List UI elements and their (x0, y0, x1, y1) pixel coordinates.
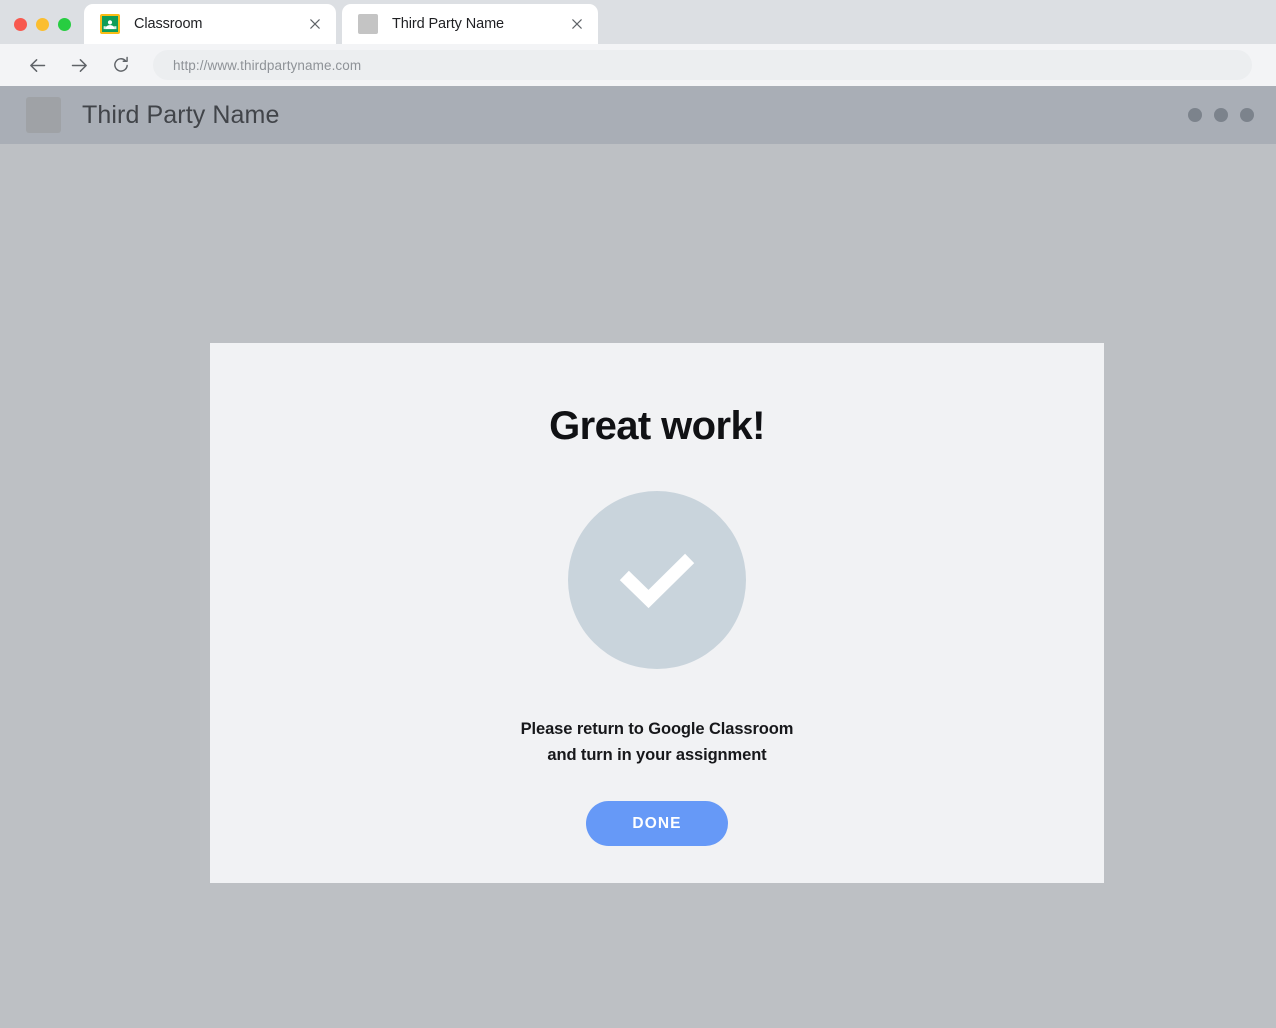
window-controls (0, 18, 84, 44)
instruction-text-line-1: Please return to Google Classroom (520, 720, 794, 738)
address-bar[interactable]: http://www.thirdpartyname.com (153, 50, 1252, 80)
tab-third-party-name-close-icon[interactable] (566, 13, 588, 35)
instruction-text: Please return to Google Classroom and tu… (521, 716, 794, 768)
tab-third-party-name[interactable]: Third Party Name (342, 4, 598, 44)
google-classroom-icon (100, 14, 120, 34)
forward-icon[interactable] (64, 50, 94, 80)
tab-strip: Classroom Third Party Name (0, 0, 1276, 44)
site-title: Third Party Name (82, 100, 280, 129)
window-close-button[interactable] (14, 18, 27, 31)
instruction-text-line-2: and turn in your assignment (547, 746, 767, 764)
tab-classroom-close-icon[interactable] (304, 13, 326, 35)
checkmark-circle-icon (568, 491, 746, 669)
site-logo-placeholder-icon (26, 97, 61, 133)
page-viewport: Third Party Name Great work! Please retu… (0, 86, 1276, 1028)
address-bar-value: http://www.thirdpartyname.com (173, 57, 362, 73)
placeholder-favicon-icon (358, 14, 378, 34)
window-minimize-button[interactable] (36, 18, 49, 31)
browser-chrome: Classroom Third Party Name http://www.th… (0, 0, 1276, 86)
site-header: Third Party Name (0, 86, 1276, 144)
tab-classroom[interactable]: Classroom (84, 4, 336, 44)
site-menu-button[interactable] (1188, 108, 1254, 122)
page-title: Great work! (549, 404, 765, 448)
tab-third-party-name-label: Third Party Name (392, 16, 505, 32)
success-card: Great work! Please return to Google Clas… (210, 343, 1104, 883)
reload-icon[interactable] (106, 50, 136, 80)
done-button[interactable]: DONE (586, 801, 728, 846)
back-icon[interactable] (22, 50, 52, 80)
tab-classroom-label: Classroom (134, 16, 203, 32)
browser-toolbar: http://www.thirdpartyname.com (0, 44, 1276, 86)
three-dots-icon-dot-3 (1240, 108, 1254, 122)
three-dots-icon-dot-1 (1188, 108, 1202, 122)
window-maximize-button[interactable] (58, 18, 71, 31)
three-dots-icon-dot-2 (1214, 108, 1228, 122)
